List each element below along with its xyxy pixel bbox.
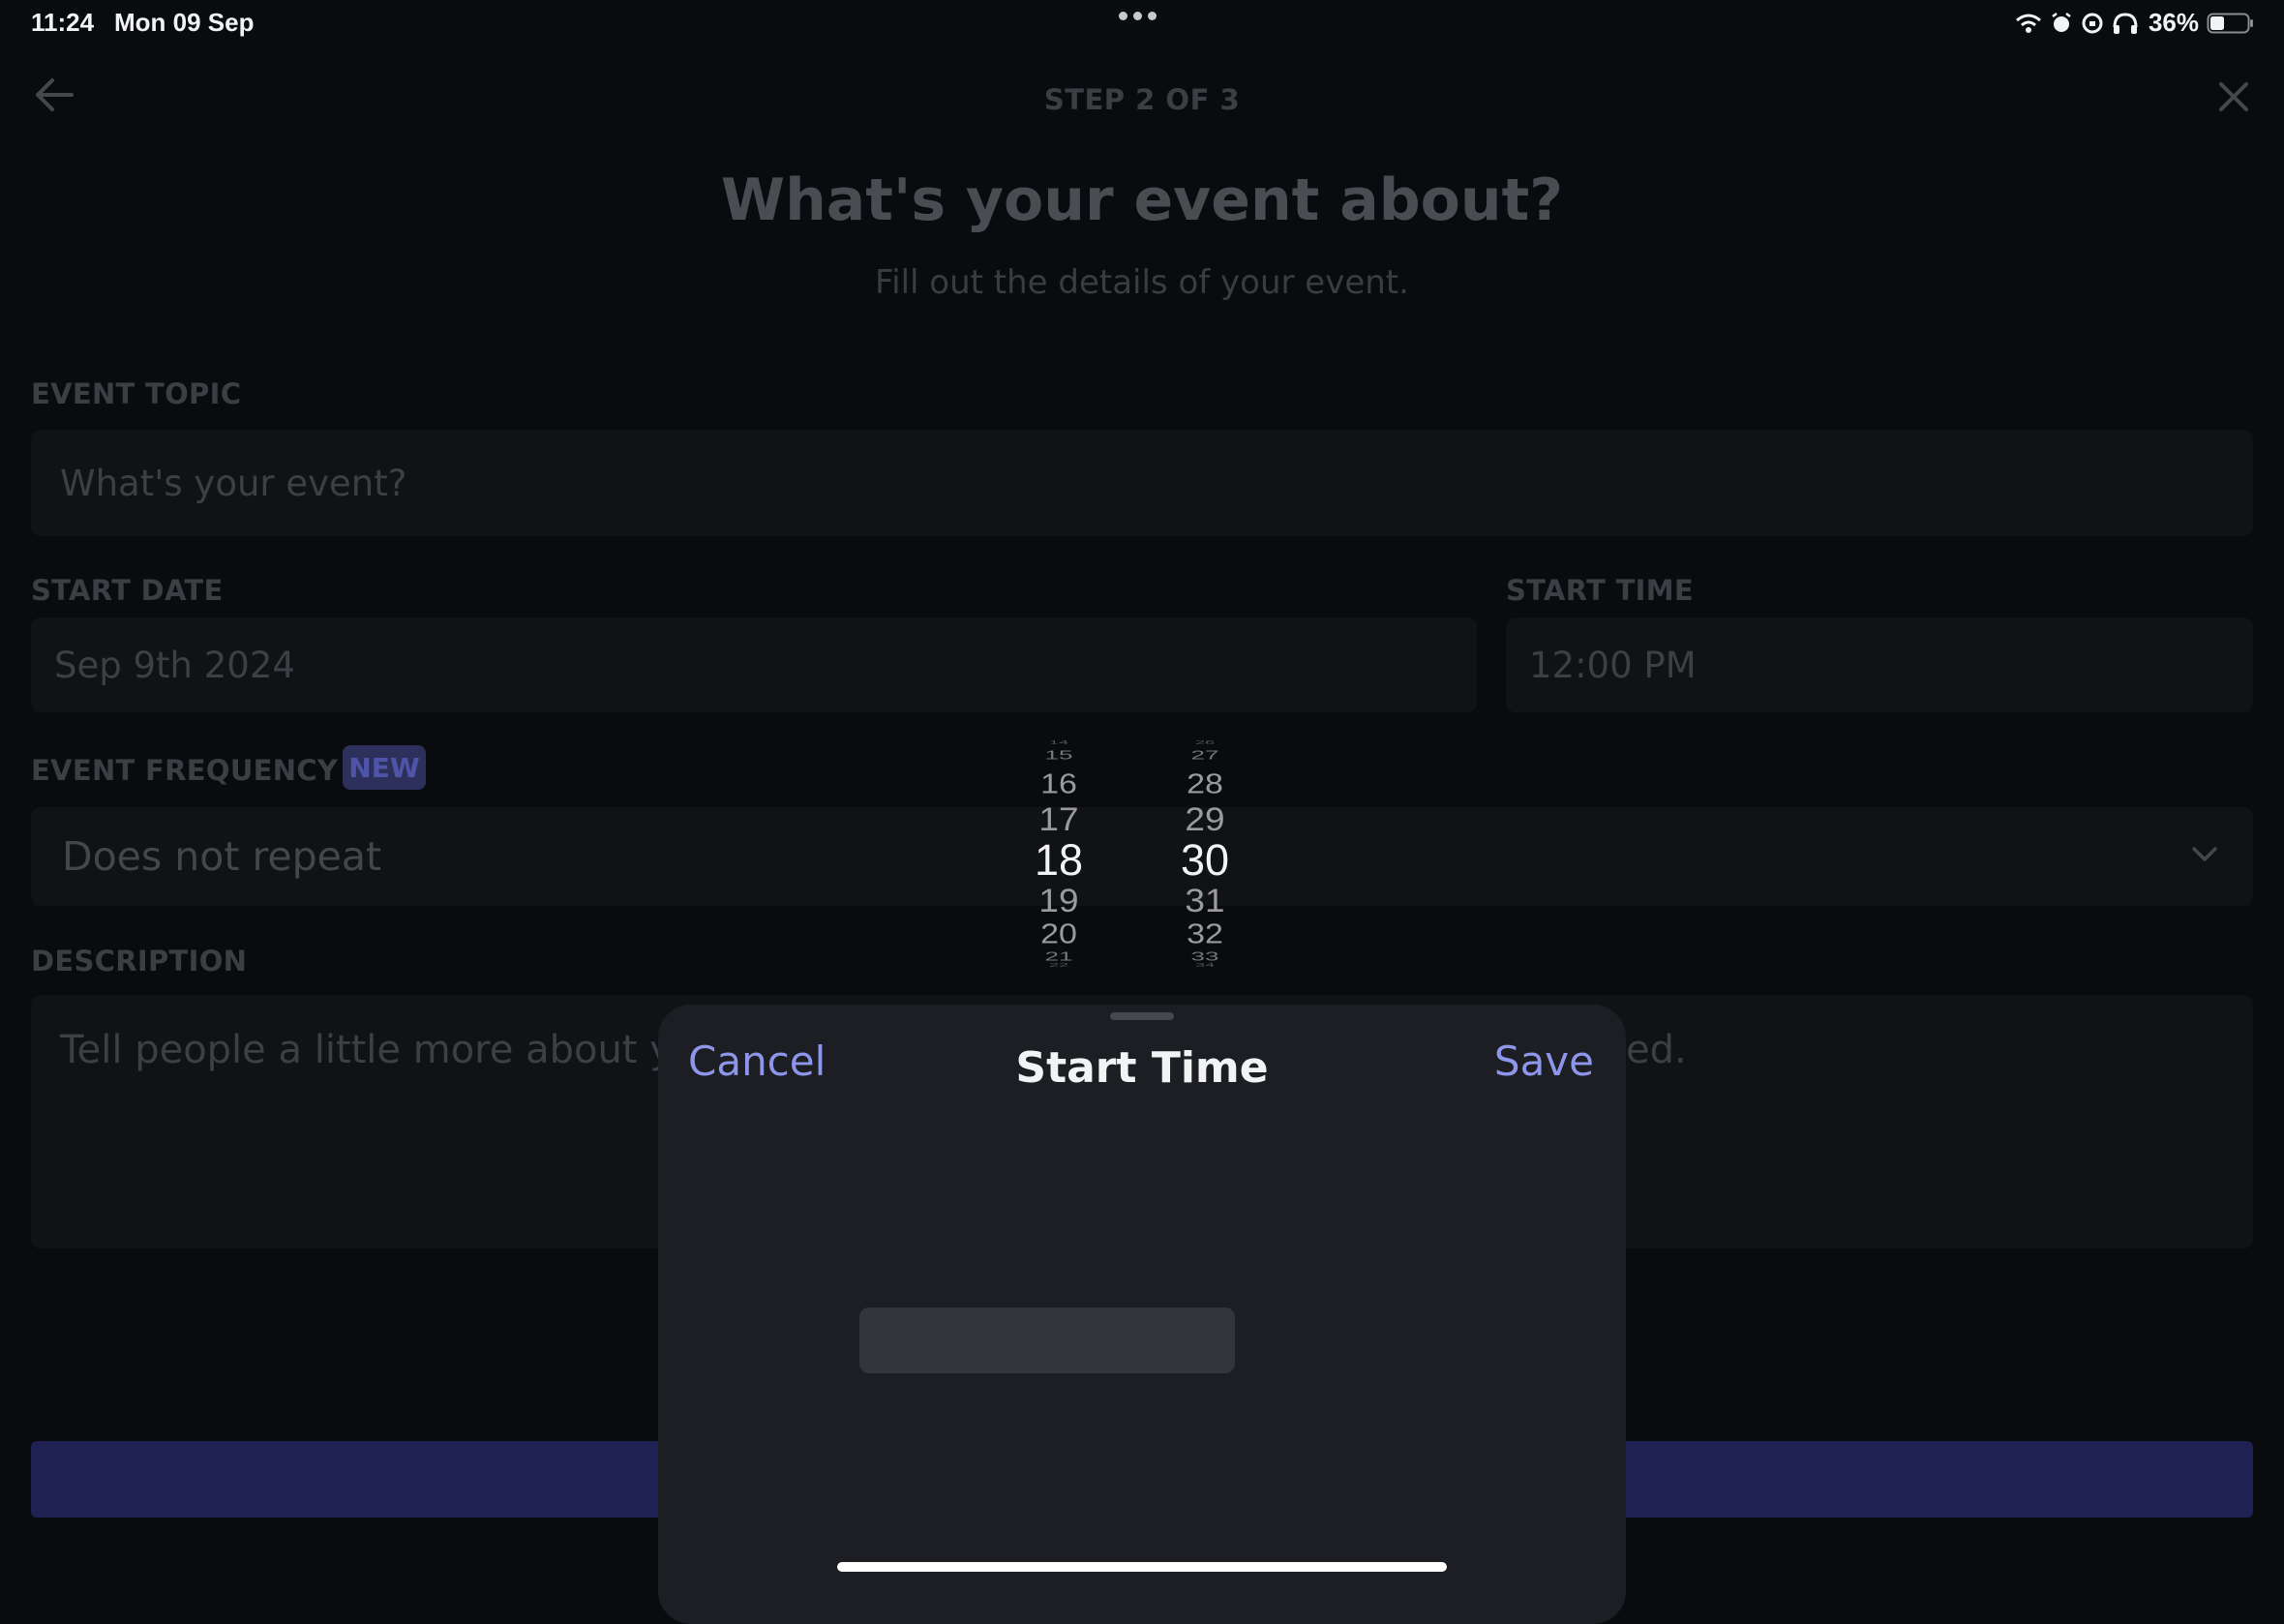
page-subtitle: Fill out the details of your event. (875, 263, 1409, 302)
page-title: What's your event about? (720, 166, 1564, 234)
start-date-field[interactable]: Sep 9th 2024 (31, 617, 1477, 712)
hour-option[interactable]: 22 (991, 962, 1127, 967)
start-time-value: 12:00 PM (1529, 644, 1697, 686)
start-date-label: START DATE (31, 574, 224, 607)
hour-option[interactable]: 19 (991, 884, 1127, 917)
time-picker[interactable]: 14 15 16 17 18 19 20 21 22 26 27 28 29 30 31 32 33 34 (658, 739, 1626, 1585)
step-indicator: STEP 2 OF 3 (1043, 83, 1241, 116)
minute-option[interactable]: 31 (1137, 884, 1273, 917)
start-date-value: Sep 9th 2024 (54, 644, 295, 686)
minute-option[interactable]: 34 (1137, 962, 1273, 967)
hour-option[interactable]: 21 (991, 950, 1127, 963)
minute-option[interactable]: 29 (1137, 802, 1273, 835)
hour-option[interactable]: 14 (991, 739, 1127, 744)
minute-option[interactable]: 33 (1137, 950, 1273, 963)
home-indicator[interactable] (837, 1562, 1447, 1572)
hour-option[interactable]: 20 (991, 920, 1127, 948)
description-placeholder: Tell people a little more about yo (60, 1028, 697, 1072)
description-placeholder-end: ed. (1626, 1028, 1687, 1072)
minute-wheel[interactable]: 26 27 28 29 30 31 32 33 34 (1137, 739, 1273, 1585)
event-frequency-value: Does not repeat (62, 833, 382, 880)
hour-option[interactable]: 17 (991, 802, 1127, 835)
event-topic-label: EVENT TOPIC (31, 377, 242, 410)
start-time-sheet: Cancel Start Time Save 14 15 16 17 18 19 20 21 2… (658, 739, 1626, 1624)
event-topic-input[interactable]: What's your event? (31, 430, 2253, 536)
minute-option[interactable]: 32 (1137, 920, 1273, 948)
hour-wheel[interactable]: 14 15 16 17 18 19 20 21 22 (991, 739, 1127, 1585)
minute-option[interactable]: 26 (1137, 739, 1273, 744)
start-time-label: START TIME (1506, 574, 1695, 607)
minute-option[interactable]: 28 (1137, 770, 1273, 798)
chevron-down-icon (2192, 847, 2217, 861)
hour-selected[interactable]: 18 (991, 838, 1127, 882)
start-time-field[interactable]: 12:00 PM (1506, 617, 2253, 712)
hour-option[interactable]: 15 (991, 749, 1127, 762)
minute-selected[interactable]: 30 (1137, 838, 1273, 882)
new-badge: NEW (343, 745, 426, 790)
hour-option[interactable]: 16 (991, 770, 1127, 798)
event-frequency-label: EVENT FREQUENCY (31, 754, 339, 787)
minute-option[interactable]: 27 (1137, 749, 1273, 762)
description-label: DESCRIPTION (31, 945, 248, 977)
event-topic-placeholder: What's your event? (60, 462, 407, 504)
